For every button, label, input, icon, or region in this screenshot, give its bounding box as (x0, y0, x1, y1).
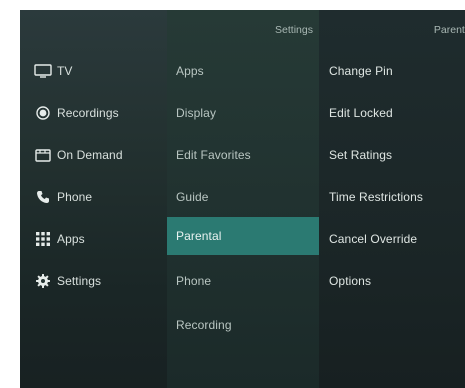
main-menu-item-recordings[interactable]: Recordings (20, 96, 167, 130)
settings-item-parental[interactable]: Parental (167, 217, 319, 255)
main-menu-item-label: TV (57, 64, 73, 78)
main-menu-item-tv[interactable]: TV (20, 54, 167, 88)
main-menu-item-phone[interactable]: Phone (20, 180, 167, 214)
phone-icon (34, 189, 52, 205)
parental-item-edit-locked[interactable]: Edit Locked (319, 96, 465, 130)
settings-item-edit-favorites[interactable]: Edit Favorites (167, 138, 319, 172)
main-menu-item-label: Phone (57, 190, 93, 204)
parental-menu: Parental Change Pin Edit Locked Set Rati… (319, 10, 465, 388)
main-menu: TV Recordings On Demand Phone Apps Setti… (20, 10, 167, 388)
main-menu-item-settings[interactable]: Settings (20, 264, 167, 298)
main-menu-item-label: Recordings (57, 106, 119, 120)
settings-item-recording[interactable]: Recording (167, 308, 319, 342)
settings-item-phone[interactable]: Phone (167, 264, 319, 298)
settings-item-display[interactable]: Display (167, 96, 319, 130)
settings-header: Settings (275, 24, 313, 36)
parental-item-time-restrictions[interactable]: Time Restrictions (319, 180, 465, 214)
main-menu-item-apps[interactable]: Apps (20, 222, 167, 256)
main-menu-item-label: Apps (57, 232, 85, 246)
parental-item-cancel-override[interactable]: Cancel Override (319, 222, 465, 256)
tv-settings-screen: TV Recordings On Demand Phone Apps Setti… (20, 10, 465, 388)
main-menu-item-on-demand[interactable]: On Demand (20, 138, 167, 172)
record-icon (34, 105, 52, 121)
gear-icon (34, 273, 52, 289)
parental-item-change-pin[interactable]: Change Pin (319, 54, 465, 88)
parental-item-set-ratings[interactable]: Set Ratings (319, 138, 465, 172)
settings-item-guide[interactable]: Guide (167, 180, 319, 214)
clapperboard-icon (34, 147, 52, 163)
tv-icon (34, 63, 52, 79)
main-menu-item-label: On Demand (57, 148, 123, 162)
apps-grid-icon (34, 231, 52, 247)
main-menu-item-label: Settings (57, 274, 102, 288)
parental-item-options[interactable]: Options (319, 264, 465, 298)
settings-menu: Settings Apps Display Edit Favorites Gui… (167, 10, 319, 388)
parental-header: Parental (433, 24, 465, 36)
settings-item-apps[interactable]: Apps (167, 54, 319, 88)
